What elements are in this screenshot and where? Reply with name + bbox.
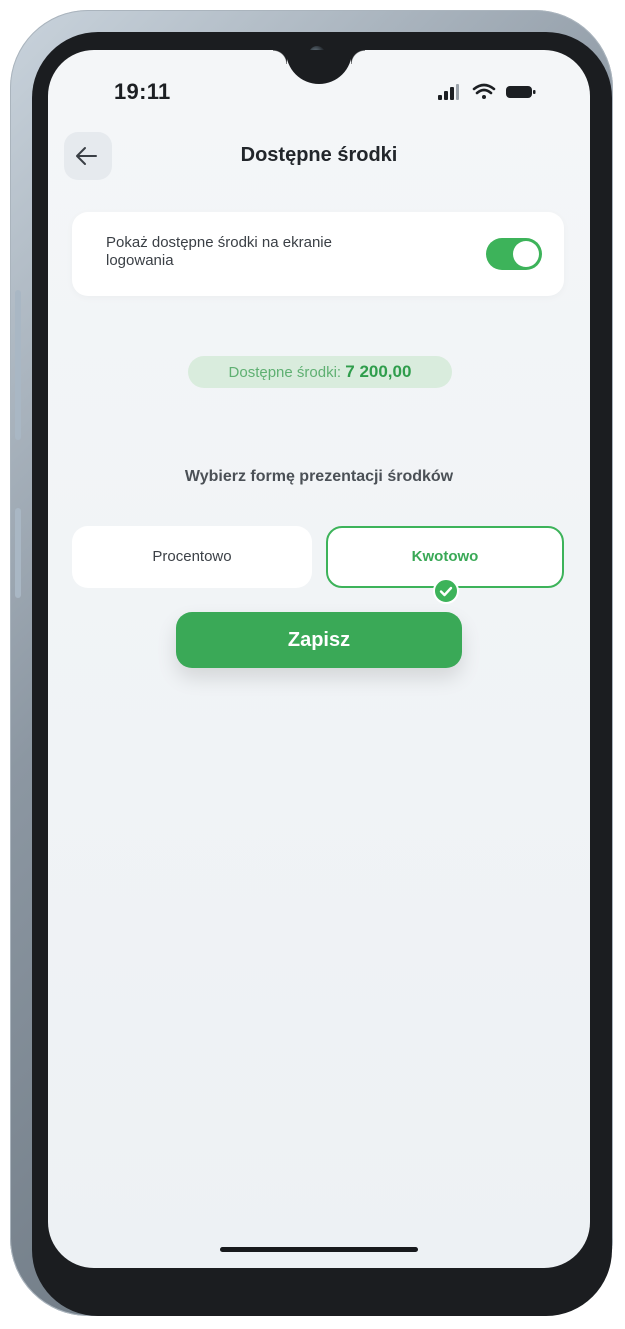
status-time: 19:11 — [114, 79, 171, 104]
save-button[interactable]: Zapisz — [176, 612, 462, 668]
login-visibility-label: Pokaż dostępne środki na ekranie logowan… — [106, 234, 332, 269]
home-indicator[interactable] — [220, 1247, 418, 1252]
page-title: Dostępne środki — [240, 144, 398, 166]
status-icons — [438, 83, 536, 100]
wifi-icon — [472, 83, 496, 99]
balance-value: 7 200,00 — [345, 362, 412, 381]
option-percentage[interactable]: Procentowo — [72, 526, 312, 588]
signal-icon — [438, 84, 459, 100]
login-visibility-card: Pokaż dostępne środki na ekranie logowan… — [72, 212, 564, 296]
volume-button — [15, 290, 21, 440]
check-icon — [433, 578, 459, 604]
toggle-knob — [513, 241, 539, 267]
notch-edge-right — [351, 50, 365, 64]
presentation-label: Wybierz formę prezentacji środków — [184, 468, 454, 485]
power-button — [15, 508, 21, 598]
display-notch — [286, 50, 352, 84]
app-screen: 19:11 Dostępne środki Pokaż dostępne śro… — [48, 50, 590, 1268]
notch-edge-left — [273, 50, 287, 64]
balance-badge: Dostępne środki: 7 200,00 — [188, 356, 452, 388]
balance-prefix: Dostępne środki: — [228, 364, 342, 381]
login-visibility-toggle[interactable] — [486, 238, 542, 270]
battery-icon — [506, 86, 536, 98]
